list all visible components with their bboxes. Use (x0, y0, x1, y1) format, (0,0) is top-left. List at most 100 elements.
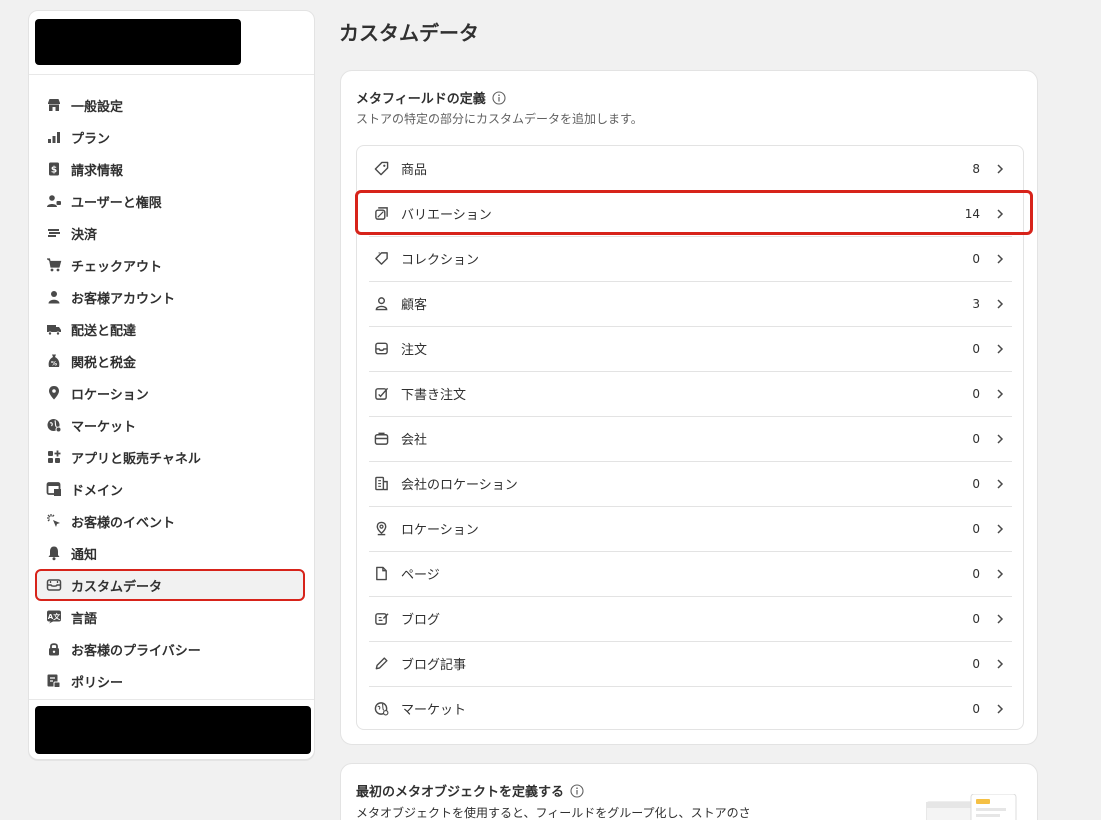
row-label: 会社のロケーション (401, 478, 518, 493)
globe-icon (372, 700, 390, 718)
pencil-icon (372, 655, 390, 673)
row-count: 0 (972, 521, 980, 536)
chevron-right-icon (997, 703, 1004, 714)
domain-icon (45, 480, 63, 498)
sidebar-item-users[interactable]: ユーザーと権限 (39, 185, 305, 217)
sidebar-item-languages[interactable]: A文 言語 (39, 601, 305, 633)
row-count: 0 (972, 476, 980, 491)
svg-text:A文: A文 (48, 612, 61, 621)
svg-text:%: % (51, 361, 57, 368)
sidebar-item-label: カスタムデータ (71, 579, 163, 595)
sidebar-item-label: マーケット (71, 419, 137, 435)
sidebar-item-label: ドメイン (71, 483, 124, 499)
card-description: メタオブジェクトを使用すると、フィールドをグループ化し、ストアのさ (356, 806, 751, 820)
list-item-variants[interactable]: バリエーション 14 (369, 191, 1012, 236)
building-icon (372, 475, 390, 493)
divider (369, 416, 1012, 417)
divider (369, 326, 1012, 327)
row-count: 0 (972, 656, 980, 671)
lock-icon (45, 640, 63, 658)
chevron-right-icon (997, 568, 1004, 579)
divider (369, 686, 1012, 687)
chevron-right-icon (997, 388, 1004, 399)
location-icon (372, 520, 390, 538)
sidebar-item-label: 通知 (71, 547, 98, 563)
divider (369, 281, 1012, 282)
account-info-redacted (35, 706, 311, 754)
list-item-blogs[interactable]: ブログ 0 (369, 596, 1012, 641)
bell-icon (45, 544, 63, 562)
metaobject-illustration (926, 794, 1017, 820)
sidebar-item-label: アプリと販売チャネル (71, 451, 201, 467)
row-count: 0 (972, 386, 980, 401)
chevron-right-icon (997, 613, 1004, 624)
divider (369, 461, 1012, 462)
list-item-collections[interactable]: コレクション 0 (369, 236, 1012, 281)
sidebar-item-customer-events[interactable]: お客様のイベント (39, 505, 305, 537)
row-label: コレクション (401, 253, 480, 268)
blog-icon (372, 610, 390, 628)
divider (29, 74, 314, 75)
plan-icon (45, 128, 63, 146)
list-item-pages[interactable]: ページ 0 (369, 551, 1012, 596)
info-icon[interactable] (570, 783, 584, 798)
briefcase-icon (372, 430, 390, 448)
list-item-customers[interactable]: 顧客 3 (369, 281, 1012, 326)
sidebar-item-apps[interactable]: アプリと販売チャネル (39, 441, 305, 473)
sidebar-item-shipping[interactable]: 配送と配達 (39, 313, 305, 345)
sidebar-item-plan[interactable]: プラン (39, 121, 305, 153)
divider (369, 596, 1012, 597)
sidebar-item-customer-accounts[interactable]: お客様アカウント (39, 281, 305, 313)
sidebar-item-locations[interactable]: ロケーション (39, 377, 305, 409)
sidebar-item-label: 言語 (71, 611, 98, 627)
sidebar-item-privacy[interactable]: お客様のプライバシー (39, 633, 305, 665)
list-item-draft-orders[interactable]: 下書き注文 0 (369, 371, 1012, 416)
info-icon[interactable] (492, 90, 506, 105)
row-count: 8 (972, 161, 980, 176)
sidebar-item-checkout[interactable]: チェックアウト (39, 249, 305, 281)
card-title: メタフィールドの定義 (356, 92, 486, 107)
sidebar-item-general[interactable]: 一般設定 (39, 89, 305, 121)
divider (369, 506, 1012, 507)
row-label: バリエーション (401, 208, 492, 223)
sidebar-item-markets[interactable]: マーケット (39, 409, 305, 441)
cursor-icon (45, 512, 63, 530)
settings-sidebar: 一般設定 プラン $ 請求情報 ユーザーと権限 決済 チェックアウト お客様アカ… (28, 10, 315, 760)
row-count: 0 (972, 251, 980, 266)
metafield-definitions-card: メタフィールドの定義 ストアの特定の部分にカスタムデータを追加します。 商品 8… (340, 70, 1038, 745)
chevron-right-icon (997, 298, 1004, 309)
list-item-products[interactable]: 商品 8 (369, 146, 1012, 191)
cart-icon (45, 256, 63, 274)
list-item-orders[interactable]: 注文 0 (369, 326, 1012, 371)
users-icon (45, 192, 63, 210)
list-item-locations[interactable]: ロケーション 0 (369, 506, 1012, 551)
list-item-markets[interactable]: マーケット 0 (369, 686, 1012, 731)
sidebar-item-taxes[interactable]: % 関税と税金 (39, 345, 305, 377)
sidebar-item-policies[interactable]: ポリシー (39, 665, 305, 697)
row-count: 3 (972, 296, 980, 311)
sidebar-item-notifications[interactable]: 通知 (39, 537, 305, 569)
divider (369, 641, 1012, 642)
sidebar-item-billing[interactable]: $ 請求情報 (39, 153, 305, 185)
row-count: 14 (964, 206, 980, 221)
tax-icon: % (45, 352, 63, 370)
language-icon: A文 (45, 608, 63, 626)
sidebar-item-label: お客様のイベント (71, 515, 176, 531)
sidebar-item-label: プラン (71, 131, 111, 147)
list-item-companies[interactable]: 会社 0 (369, 416, 1012, 461)
sidebar-item-custom-data[interactable]: カスタムデータ (35, 569, 305, 601)
sidebar-item-label: 一般設定 (71, 99, 124, 115)
sidebar-item-label: 関税と税金 (71, 355, 137, 371)
row-label: ロケーション (401, 523, 479, 538)
sidebar-item-payments[interactable]: 決済 (39, 217, 305, 249)
list-item-company-locations[interactable]: 会社のロケーション 0 (369, 461, 1012, 506)
row-label: マーケット (401, 703, 467, 718)
list-item-blog-posts[interactable]: ブログ記事 0 (369, 641, 1012, 686)
globe-icon (45, 416, 63, 434)
billing-icon: $ (45, 160, 63, 178)
chevron-right-icon (997, 433, 1004, 444)
divider (369, 236, 1012, 237)
sidebar-item-domains[interactable]: ドメイン (39, 473, 305, 505)
custom-data-icon (45, 576, 63, 594)
row-count: 0 (972, 611, 980, 626)
